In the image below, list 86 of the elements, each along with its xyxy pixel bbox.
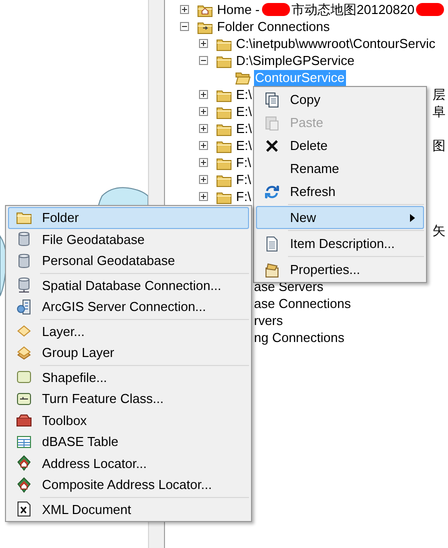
tree-item-label[interactable]: Home - [216, 2, 261, 18]
tree-item-label[interactable]: Folder Connections [216, 18, 331, 34]
folder-icon [197, 20, 213, 34]
menu-item[interactable]: New [256, 206, 424, 229]
expand-button[interactable] [180, 5, 189, 14]
expand-button[interactable] [199, 141, 208, 150]
folder-icon [216, 122, 232, 136]
folder-icon [216, 54, 232, 68]
collapse-button[interactable] [180, 22, 189, 31]
tree-item-label[interactable]: F:\ [235, 154, 252, 170]
menu-item[interactable]: Composite Address Locator... [8, 474, 249, 496]
menu-item[interactable]: File Geodatabase [8, 228, 249, 250]
properties-icon [264, 262, 280, 278]
toolbox-icon [16, 412, 32, 428]
collapse-button[interactable] [199, 56, 208, 65]
menu-item[interactable]: Delete [256, 134, 424, 157]
tree-item-label[interactable]: 层 [432, 86, 446, 104]
table-icon [16, 434, 32, 450]
tree-item-label[interactable]: F:\ [235, 188, 252, 204]
menu-item[interactable]: Turn Feature Class... [8, 388, 249, 410]
copy-icon [264, 92, 280, 108]
menu-item[interactable]: Item Description... [256, 232, 424, 255]
tree-item-label[interactable]: 市动态地图20120820 [290, 2, 416, 18]
group-layer-icon [16, 344, 32, 361]
tree-item-label[interactable]: 图 [432, 136, 446, 154]
menu-item[interactable]: dBASE Table [8, 431, 249, 452]
folder-icon [216, 156, 232, 170]
document-icon [264, 236, 280, 252]
redaction-mark [262, 3, 290, 16]
menu-item[interactable]: XML Document [8, 498, 249, 520]
expand-button[interactable] [199, 39, 208, 48]
xml-document-icon [16, 501, 32, 518]
expand-button[interactable] [199, 175, 208, 184]
locator-icon [16, 476, 32, 493]
expand-button[interactable] [199, 192, 208, 201]
menu-item[interactable]: Rename [256, 157, 424, 180]
tree-item-label[interactable]: ase Servers [253, 278, 324, 294]
menu-item[interactable]: Toolbox [8, 410, 249, 431]
tree-item-label[interactable]: C:\inetpub\wwwroot\ContourServic [235, 36, 436, 52]
folder-icon [216, 88, 232, 102]
open-folder-icon [235, 70, 251, 84]
tree-item-label[interactable]: E:\ [235, 120, 253, 136]
home-folder-icon [197, 2, 213, 16]
tree-item-label[interactable]: 阜 [432, 102, 446, 120]
folder-icon [216, 104, 232, 118]
paste-icon [264, 114, 280, 130]
menu-item[interactable]: Shapefile... [8, 366, 249, 388]
menu-item[interactable]: Properties... [256, 258, 424, 281]
menu-item[interactable]: Folder [8, 207, 249, 228]
tree-item-label[interactable]: E:\ [235, 104, 253, 120]
folder-icon [216, 172, 232, 186]
menu-item[interactable]: Refresh [256, 180, 424, 203]
tree-item-label[interactable]: F:\ [235, 172, 252, 188]
refresh-icon [264, 184, 280, 200]
folder-icon [216, 190, 232, 204]
expand-button[interactable] [199, 107, 208, 116]
tree-item-label[interactable]: E:\ [235, 86, 253, 102]
locator-icon [16, 455, 32, 472]
database-icon [16, 277, 32, 294]
database-icon [16, 231, 32, 248]
menu-item[interactable]: ArcGIS Server Connection... [8, 296, 249, 318]
folder-icon [16, 210, 32, 226]
expand-button[interactable] [199, 158, 208, 167]
expand-button[interactable] [199, 90, 208, 99]
menu-item[interactable]: Group Layer [8, 342, 249, 364]
menu-item[interactable]: Layer... [8, 320, 249, 342]
tree-item-label[interactable]: 矢 [432, 222, 446, 240]
feature-class-icon [16, 390, 32, 407]
shapefile-icon [16, 369, 32, 386]
menu-item[interactable]: Copy [256, 88, 424, 111]
tree-item-label[interactable]: E:\ [235, 138, 253, 154]
menu-item[interactable]: Spatial Database Connection... [8, 274, 249, 296]
layer-icon [16, 323, 32, 340]
tree-item-label[interactable]: ng Connections [253, 330, 346, 346]
redaction-mark [416, 3, 444, 16]
folder-icon [216, 138, 232, 152]
tree-item-label[interactable]: rvers [253, 312, 284, 328]
menu-item[interactable]: Personal Geodatabase [8, 250, 249, 272]
delete-icon [264, 138, 280, 154]
tree-item-label[interactable]: D:\SimpleGPService [235, 52, 356, 68]
database-icon [16, 252, 32, 269]
menu-item[interactable]: Address Locator... [8, 452, 249, 474]
folder-icon [216, 36, 232, 50]
server-icon [16, 298, 32, 315]
expand-button[interactable] [199, 124, 208, 133]
tree-item-label[interactable]: ase Connections [253, 296, 352, 312]
